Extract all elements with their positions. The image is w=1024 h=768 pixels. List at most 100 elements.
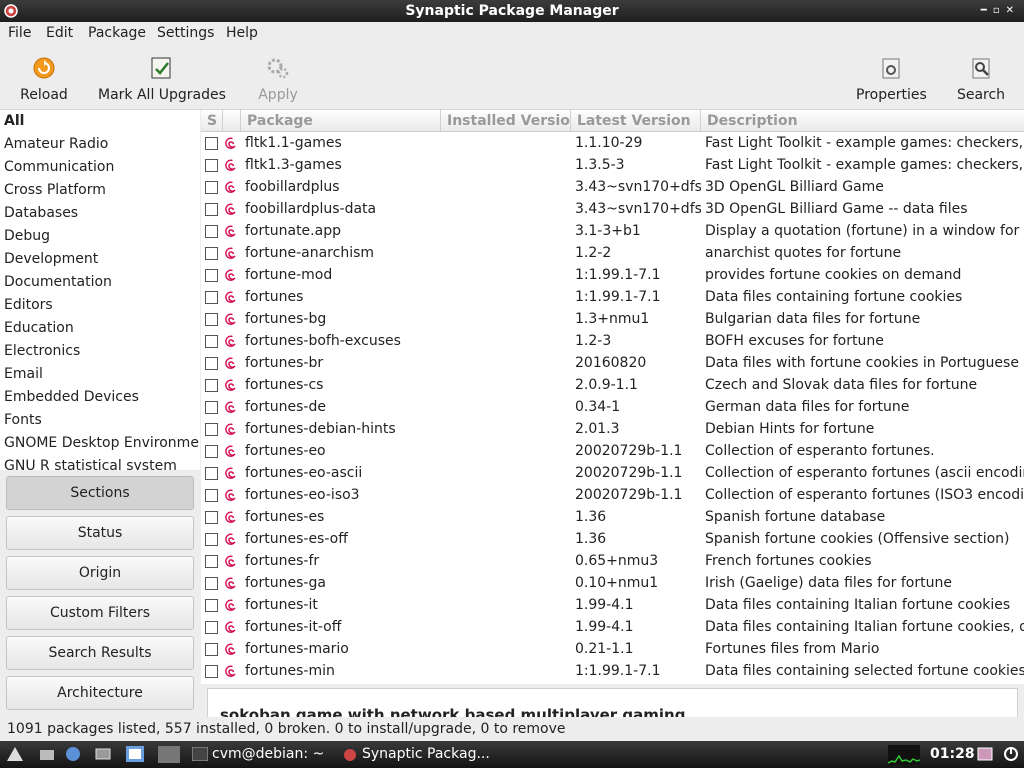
column-description[interactable]: Description [701,110,1024,132]
package-row[interactable]: fortunes-eo-ascii 20020729b-1.1 Collection… [201,462,1024,484]
package-row[interactable]: fortune-mod 1:1.99.1-7.1 provides fortune … [201,264,1024,286]
reload-button[interactable]: Reload [14,46,74,110]
package-checkbox[interactable] [205,291,218,304]
package-row[interactable]: fortunes-de 0.34-1 German data files for f… [201,396,1024,418]
package-row[interactable]: fortunes-ga 0.10+nmu1 Irish (Gaelige) data… [201,572,1024,594]
package-checkbox[interactable] [205,445,218,458]
column-installed-version[interactable]: Installed Version [441,110,571,132]
search-button[interactable]: Search [954,46,1008,110]
window-titlebar[interactable]: Synaptic Package Manager ━▫✕ [0,0,1024,22]
section-item[interactable]: Fonts [0,409,200,432]
start-menu-icon[interactable] [6,746,24,762]
section-item[interactable]: Cross Platform [0,179,200,202]
package-row[interactable]: fltk1.1-games 1.1.10-29 Fast Light Toolkit… [201,132,1024,154]
package-row[interactable]: foobillardplus 3.43~svn170+dfsg 3D OpenGL … [201,176,1024,198]
properties-button[interactable]: Properties [856,46,927,110]
workspace-2-icon[interactable] [158,746,180,763]
mark-all-upgrades-button[interactable]: Mark All Upgrades [98,46,226,110]
package-checkbox[interactable] [205,511,218,524]
section-item[interactable]: Communication [0,156,200,179]
package-row[interactable]: fortunate.app 3.1-3+b1 Display a quotation… [201,220,1024,242]
package-row[interactable]: fortune-anarchism 1.2-2 anarchist quotes f… [201,242,1024,264]
package-row[interactable]: fortunes-bofh-excuses 1.2-3 BOFH excuses f… [201,330,1024,352]
package-row[interactable]: fortunes-cs 2.0.9-1.1 Czech and Slovak dat… [201,374,1024,396]
package-row[interactable]: fortunes-it 1.99-4.1 Data files containing… [201,594,1024,616]
filter-sections-button[interactable]: Sections [6,476,194,510]
package-checkbox[interactable] [205,159,218,172]
section-item[interactable]: Databases [0,202,200,225]
package-checkbox[interactable] [205,225,218,238]
browser-icon[interactable] [64,746,82,762]
package-checkbox[interactable] [205,643,218,656]
package-row[interactable]: fortunes-bg 1.3+nmu1 Bulgarian data files … [201,308,1024,330]
section-item[interactable]: GNOME Desktop Environment [0,432,200,455]
section-item[interactable]: Documentation [0,271,200,294]
package-checkbox[interactable] [205,401,218,414]
menu-help[interactable]: Help [226,25,258,41]
filter-search-results-button[interactable]: Search Results [6,636,194,670]
menu-package[interactable]: Package [88,25,146,41]
filter-origin-button[interactable]: Origin [6,556,194,590]
package-checkbox[interactable] [205,335,218,348]
section-item[interactable]: Debug [0,225,200,248]
column-latest-version[interactable]: Latest Version [571,110,701,132]
menu-settings[interactable]: Settings [157,25,214,41]
package-checkbox[interactable] [205,489,218,502]
package-checkbox[interactable] [205,577,218,590]
package-checkbox[interactable] [205,137,218,150]
filter-architecture-button[interactable]: Architecture [6,676,194,710]
taskbar-synaptic[interactable]: Synaptic Packag... [338,743,490,766]
section-item[interactable]: Amateur Radio [0,133,200,156]
package-checkbox[interactable] [205,247,218,260]
filter-status-button[interactable]: Status [6,516,194,550]
maximize-icon[interactable]: ▫ [993,5,1006,16]
package-row[interactable]: fortunes-eo 20020729b-1.1 Collection of es… [201,440,1024,462]
section-item[interactable]: All [0,110,200,133]
menu-file[interactable]: File [8,25,31,41]
apply-button[interactable]: Apply [252,46,304,110]
section-item[interactable]: GNU R statistical system [0,455,200,470]
section-item[interactable]: Electronics [0,340,200,363]
column-icon[interactable] [223,110,241,132]
package-row[interactable]: fortunes-es-off 1.36 Spanish fortune cooki… [201,528,1024,550]
menu-edit[interactable]: Edit [46,25,73,41]
show-desktop-icon[interactable] [94,746,112,762]
power-icon[interactable] [1002,746,1020,762]
package-row[interactable]: fortunes-debian-hints 2.01.3 Debian Hints … [201,418,1024,440]
package-row[interactable]: foobillardplus-data 3.43~svn170+dfsg 3D Op… [201,198,1024,220]
column-status[interactable]: S [201,110,223,132]
section-item[interactable]: Education [0,317,200,340]
package-row[interactable]: fortunes 1:1.99.1-7.1 Data files containin… [201,286,1024,308]
taskbar-terminal[interactable]: cvm@debian: ~ [188,743,334,766]
package-row[interactable]: fortunes-eo-iso3 20020729b-1.1 Collection … [201,484,1024,506]
workspace-1-icon[interactable] [126,746,144,762]
package-checkbox[interactable] [205,533,218,546]
package-checkbox[interactable] [205,313,218,326]
file-manager-icon[interactable] [38,746,56,762]
package-checkbox[interactable] [205,665,218,678]
package-checkbox[interactable] [205,599,218,612]
package-row[interactable]: fortunes-it-off 1.99-4.1 Data files contai… [201,616,1024,638]
package-checkbox[interactable] [205,555,218,568]
network-icon[interactable] [976,746,994,762]
minimize-icon[interactable]: ━ [981,5,993,16]
package-checkbox[interactable] [205,423,218,436]
section-item[interactable]: Embedded Devices [0,386,200,409]
filter-custom-filters-button[interactable]: Custom Filters [6,596,194,630]
package-row[interactable]: fortunes-min 1:1.99.1-7.1 Data files conta… [201,660,1024,682]
section-item[interactable]: Email [0,363,200,386]
package-row[interactable]: fortunes-mario 0.21-1.1 Fortunes files fro… [201,638,1024,660]
section-item[interactable]: Editors [0,294,200,317]
package-checkbox[interactable] [205,621,218,634]
package-checkbox[interactable] [205,357,218,370]
section-item[interactable]: Development [0,248,200,271]
package-checkbox[interactable] [205,203,218,216]
package-checkbox[interactable] [205,467,218,480]
package-row[interactable]: fortunes-fr 0.65+nmu3 French fortunes cook… [201,550,1024,572]
package-checkbox[interactable] [205,379,218,392]
package-row[interactable]: fortunes-es 1.36 Spanish fortune database [201,506,1024,528]
package-checkbox[interactable] [205,269,218,282]
close-icon[interactable]: ✕ [1006,5,1020,16]
package-checkbox[interactable] [205,181,218,194]
column-package[interactable]: Package [241,110,441,132]
